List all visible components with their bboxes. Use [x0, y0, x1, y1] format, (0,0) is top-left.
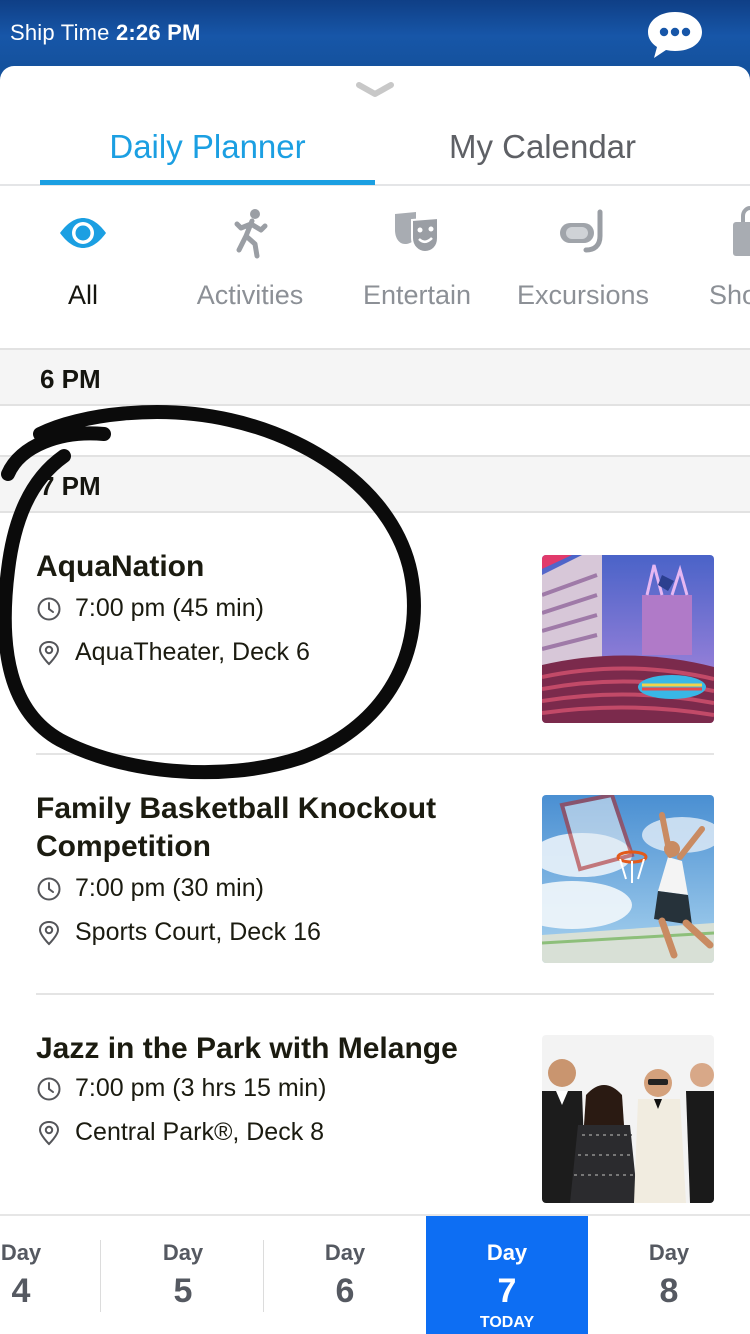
map-pin-icon — [38, 920, 60, 946]
day-selector: Day 4 Day 5 Day 6 Day 7 TODAY Day 8 — [0, 1214, 750, 1334]
day-number: 7 — [497, 1272, 517, 1310]
event-card-jazz[interactable]: Jazz in the Park with Melange 7:00 pm (3… — [36, 1030, 714, 1210]
day-number: 5 — [173, 1272, 193, 1310]
event-location-text: Central Park®, Deck 8 — [75, 1118, 325, 1146]
ship-time: Ship Time 2:26 PM — [10, 20, 200, 46]
day-divider — [100, 1240, 101, 1312]
filter-label: Activities — [196, 280, 304, 310]
day-word: Day — [324, 1240, 366, 1265]
filter-shopping[interactable]: Sho — [675, 206, 750, 326]
theater-masks-icon — [395, 212, 439, 254]
event-time: 7:00 pm (30 min) — [36, 872, 506, 906]
event-time-text: 7:00 pm (3 hrs 15 min) — [75, 1074, 327, 1102]
chat-bubble-icon[interactable] — [646, 10, 704, 60]
running-person-icon — [234, 209, 268, 259]
event-time-text: 7:00 pm (45 min) — [75, 594, 264, 622]
day-7-button[interactable]: Day 7 TODAY — [426, 1216, 588, 1334]
event-time: 7:00 pm (45 min) — [36, 592, 506, 626]
map-pin-icon — [38, 1120, 60, 1146]
active-tab-indicator — [40, 180, 375, 185]
day-number: 6 — [335, 1272, 355, 1310]
event-location: Central Park®, Deck 8 — [36, 1116, 506, 1150]
ship-time-label: Ship Time — [10, 20, 110, 45]
event-title: Family Basketball Knockout Competition — [36, 792, 437, 863]
tab-daily-planner[interactable]: Daily Planner — [40, 128, 375, 166]
filter-activities[interactable]: Activities — [175, 206, 325, 326]
event-card-basketball[interactable]: Family Basketball Knockout Competition 7… — [36, 790, 714, 980]
day-word: Day — [486, 1240, 528, 1265]
shopping-bag-icon — [733, 206, 750, 256]
time-header-6pm: 6 PM — [0, 348, 750, 406]
time-header-label: 7 PM — [40, 471, 101, 501]
ship-time-value: 2:26 PM — [115, 20, 201, 45]
filter-label: All — [67, 280, 98, 310]
filter-excursions[interactable]: Excursions — [508, 206, 658, 326]
today-label: TODAY — [479, 1314, 535, 1331]
day-8-button[interactable]: Day 8 — [588, 1216, 750, 1334]
clock-icon — [37, 597, 61, 621]
map-pin-icon — [38, 640, 60, 666]
event-location: AquaTheater, Deck 6 — [36, 636, 506, 670]
event-time-text: 7:00 pm (30 min) — [75, 874, 264, 902]
event-location: Sports Court, Deck 16 — [36, 916, 506, 950]
basketball-photo — [542, 795, 714, 963]
clock-icon — [37, 1077, 61, 1101]
day-4-button[interactable]: Day 4 — [0, 1216, 102, 1334]
day-6-button[interactable]: Day 6 — [264, 1216, 426, 1334]
tab-my-calendar[interactable]: My Calendar — [375, 128, 710, 166]
filter-label: Sho — [709, 280, 750, 310]
snorkel-mask-icon — [560, 209, 603, 253]
day-number: 4 — [11, 1272, 31, 1310]
day-word: Day — [162, 1240, 204, 1265]
event-location-text: AquaTheater, Deck 6 — [75, 638, 310, 666]
day-5-button[interactable]: Day 5 — [102, 1216, 264, 1334]
filter-label: Excursions — [516, 280, 650, 310]
event-time: 7:00 pm (3 hrs 15 min) — [36, 1072, 506, 1106]
event-card-aquanation[interactable]: AquaNation 7:00 pm (45 min) AquaTheater,… — [36, 548, 714, 728]
clock-icon — [37, 877, 61, 901]
filter-label: Entertain — [362, 280, 472, 310]
event-title: AquaNation — [36, 550, 205, 583]
day-word: Day — [648, 1240, 690, 1265]
event-separator — [36, 993, 714, 995]
eye-icon — [60, 218, 106, 248]
chevron-down-icon[interactable] — [355, 80, 395, 100]
day-word: Day — [0, 1240, 42, 1265]
event-separator — [36, 753, 714, 755]
event-title: Jazz in the Park with Melange — [36, 1032, 458, 1065]
filter-all[interactable]: All — [8, 206, 158, 326]
time-header-7pm: 7 PM — [0, 455, 750, 513]
filter-entertain[interactable]: Entertain — [342, 206, 492, 326]
day-number: 8 — [659, 1272, 679, 1310]
aquatheater-photo — [542, 555, 714, 723]
time-header-label: 6 PM — [40, 364, 101, 394]
jazz-band-photo — [542, 1035, 714, 1203]
event-location-text: Sports Court, Deck 16 — [75, 918, 321, 946]
